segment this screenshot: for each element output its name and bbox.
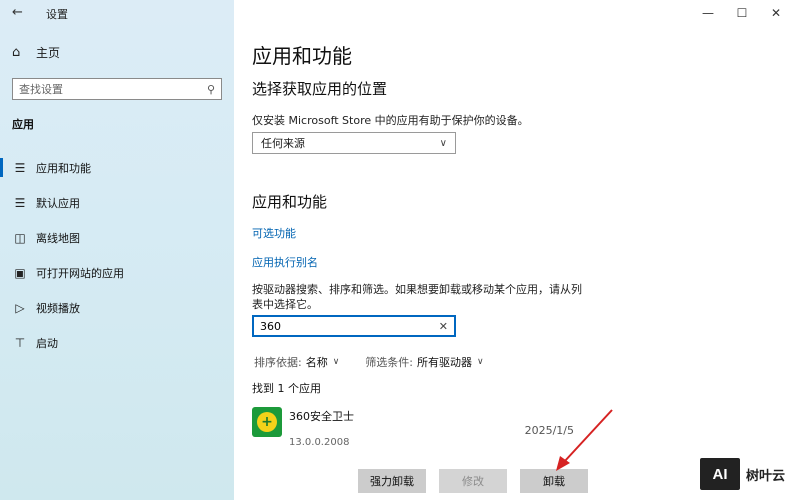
settings-search-box[interactable]: ⚲ bbox=[12, 78, 222, 100]
sidebar-item-offline-maps[interactable]: ◫ 离线地图 bbox=[0, 220, 234, 255]
sidebar-home-label: 主页 bbox=[36, 46, 61, 60]
sort-dropdown[interactable]: 名称 bbox=[306, 354, 328, 370]
app-search-input[interactable] bbox=[260, 319, 439, 333]
home-icon: ⌂ bbox=[12, 45, 21, 60]
sidebar-item-label: 视频播放 bbox=[36, 301, 80, 315]
app-list-item[interactable]: + 360安全卫士 2025/1/5 13.0.0.2008 bbox=[252, 405, 574, 455]
results-count: 找到 1 个应用 bbox=[252, 382, 321, 395]
modify-button[interactable]: 修改 bbox=[439, 469, 507, 493]
sidebar-item-label: 应用和功能 bbox=[36, 161, 91, 175]
search-description: 按驱动器搜索、排序和筛选。如果想要卸载或移动某个应用，请从列表中选择它。 bbox=[252, 283, 582, 311]
watermark-text: 树叶云 bbox=[745, 468, 785, 484]
force-uninstall-button[interactable]: 强力卸载 bbox=[358, 469, 426, 493]
sidebar-nav: ☰ 应用和功能 ☰ 默认应用 ◫ 离线地图 ▣ 可打开网站的应用 ▷ 视频播放 … bbox=[0, 150, 234, 360]
maximize-button[interactable]: ☐ bbox=[725, 0, 759, 26]
sidebar-item-startup[interactable]: ⊤ 启动 bbox=[0, 325, 234, 360]
close-button[interactable]: ✕ bbox=[759, 0, 793, 26]
app-source-dropdown[interactable]: 任何来源 ∨ bbox=[252, 132, 456, 154]
watermark: AI 树叶云 bbox=[699, 458, 785, 490]
sidebar-item-apps-features[interactable]: ☰ 应用和功能 bbox=[0, 150, 234, 185]
settings-search-input[interactable] bbox=[19, 82, 207, 96]
sort-label: 排序依据: bbox=[254, 356, 302, 369]
filter-dropdown[interactable]: 所有驱动器 bbox=[417, 354, 472, 370]
sidebar-item-web-apps[interactable]: ▣ 可打开网站的应用 bbox=[0, 255, 234, 290]
chevron-down-icon[interactable]: ∨ bbox=[477, 357, 484, 367]
apps-list-icon: ☰ bbox=[14, 160, 26, 175]
sort-filter-row: 排序依据: 名称 ∨ 筛选条件: 所有驱动器 ∨ bbox=[254, 354, 484, 370]
back-arrow-icon[interactable]: ← bbox=[12, 5, 23, 20]
app-install-date: 2025/1/5 bbox=[524, 424, 574, 437]
sidebar-item-label: 可打开网站的应用 bbox=[36, 266, 124, 280]
uninstall-button[interactable]: 卸载 bbox=[520, 469, 588, 493]
watermark-logo: AI bbox=[699, 458, 740, 490]
source-heading: 选择获取应用的位置 bbox=[252, 80, 388, 98]
filter-label: 筛选条件: bbox=[365, 356, 414, 369]
sidebar-item-default-apps[interactable]: ☰ 默认应用 bbox=[0, 185, 234, 220]
sidebar-item-label: 离线地图 bbox=[36, 231, 80, 245]
sidebar: ← 设置 ⌂ 主页 ⚲ 应用 ☰ 应用和功能 ☰ 默认应用 ◫ 离线地图 ▣ 可… bbox=[0, 0, 234, 500]
startup-icon: ⊤ bbox=[14, 335, 26, 350]
app-version: 13.0.0.2008 bbox=[289, 437, 350, 448]
default-apps-icon: ☰ bbox=[14, 195, 26, 210]
source-description: 仅安装 Microsoft Store 中的应用有助于保护你的设备。 bbox=[252, 114, 529, 127]
chevron-down-icon: ∨ bbox=[439, 137, 447, 149]
app-name: 360安全卫士 bbox=[289, 410, 354, 423]
sidebar-item-home[interactable]: ⌂ 主页 bbox=[12, 44, 60, 61]
chevron-down-icon[interactable]: ∨ bbox=[333, 357, 340, 367]
offline-map-icon: ◫ bbox=[14, 230, 26, 245]
app-action-buttons: 强力卸载 修改 卸载 bbox=[358, 469, 588, 493]
page-title: 应用和功能 bbox=[252, 44, 352, 68]
search-icon[interactable]: ⚲ bbox=[207, 83, 215, 96]
video-icon: ▷ bbox=[15, 300, 25, 315]
sidebar-item-label: 默认应用 bbox=[36, 196, 80, 210]
apps-features-heading: 应用和功能 bbox=[252, 193, 328, 211]
360-safe-icon: + bbox=[252, 407, 282, 437]
app-execution-alias-link[interactable]: 应用执行别名 bbox=[252, 254, 318, 270]
app-search-box[interactable]: ✕ bbox=[252, 315, 456, 337]
app-source-value: 任何来源 bbox=[261, 137, 305, 150]
clear-icon[interactable]: ✕ bbox=[439, 320, 448, 333]
sidebar-item-label: 启动 bbox=[36, 336, 58, 350]
optional-features-link[interactable]: 可选功能 bbox=[252, 225, 296, 241]
sidebar-item-video[interactable]: ▷ 视频播放 bbox=[0, 290, 234, 325]
sidebar-section-label: 应用 bbox=[12, 118, 34, 131]
minimize-button[interactable]: — bbox=[691, 0, 725, 26]
web-apps-icon: ▣ bbox=[14, 265, 26, 280]
window-title: 设置 bbox=[46, 8, 68, 21]
window-controls: — ☐ ✕ bbox=[691, 0, 793, 26]
